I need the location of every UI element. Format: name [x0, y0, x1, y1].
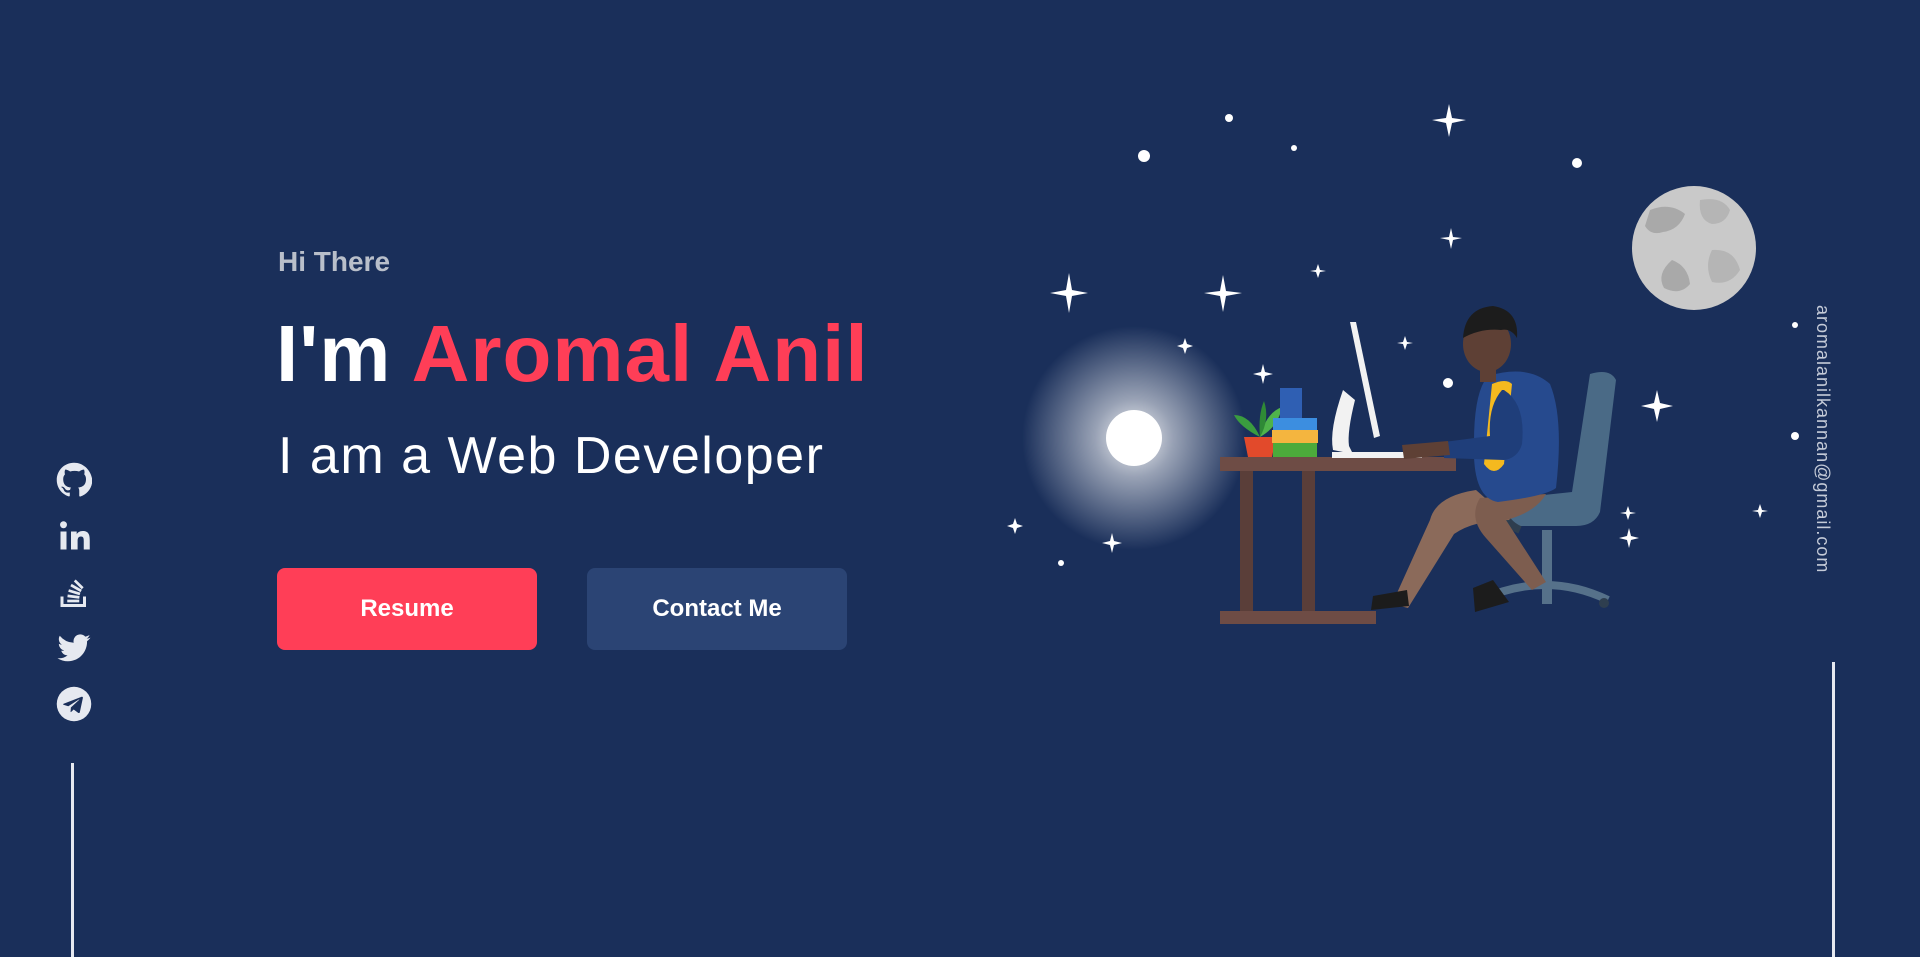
contact-button[interactable]: Contact Me: [587, 568, 847, 650]
greeting-text: Hi There: [278, 246, 391, 277]
twitter-link[interactable]: [56, 630, 92, 666]
title-prefix: I'm: [276, 309, 412, 398]
resume-button[interactable]: Resume: [277, 568, 537, 650]
stackoverflow-icon: [60, 579, 86, 607]
github-link[interactable]: [56, 462, 92, 498]
right-divider-line: [1832, 662, 1835, 957]
linkedin-link[interactable]: [56, 518, 92, 554]
developer-illustration: [1007, 104, 1799, 624]
left-divider-line: [71, 763, 74, 957]
linkedin-icon: [60, 521, 90, 550]
telegram-link[interactable]: [56, 686, 92, 722]
github-icon: [56, 462, 92, 497]
telegram-icon: [56, 686, 92, 722]
hero-section: aromalanilkannan@gmail.com Hi There I'm …: [0, 0, 1920, 957]
page-title: I'm Aromal Anil: [276, 308, 869, 400]
social-links: [54, 462, 94, 722]
moon-graphic: [1632, 186, 1756, 310]
desk-graphic: [1220, 457, 1456, 624]
twitter-icon: [57, 634, 91, 662]
subtitle-text: I am a Web Developer: [278, 427, 825, 485]
email-link[interactable]: aromalanilkannan@gmail.com: [1812, 305, 1833, 573]
stackoverflow-link[interactable]: [56, 574, 92, 610]
title-name: Aromal Anil: [411, 309, 869, 398]
